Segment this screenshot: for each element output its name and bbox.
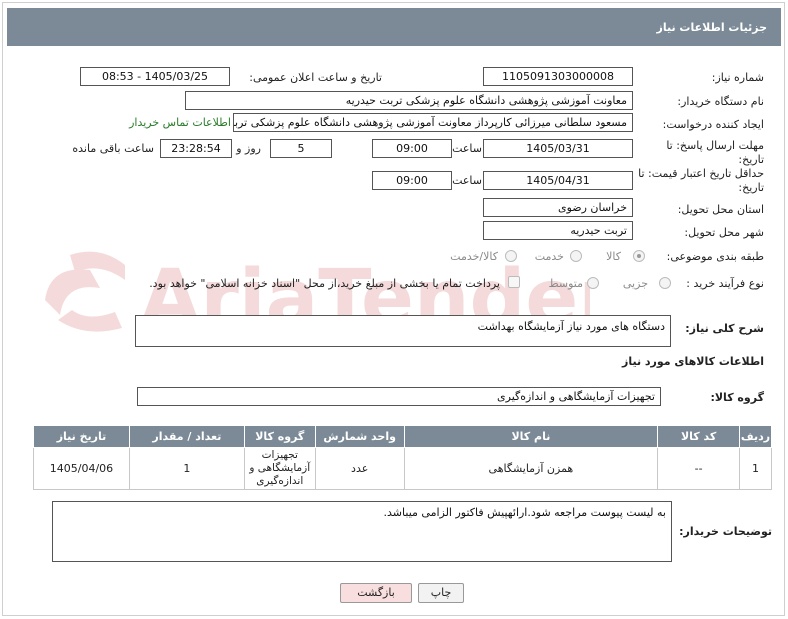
category-service-label: خدمت xyxy=(534,250,564,263)
deadline-time-label: ساعت xyxy=(452,142,482,155)
price-validity-time-field: 09:00 xyxy=(372,171,452,190)
need-number-label: شماره نیاز: xyxy=(711,71,764,84)
col-code: کد کالا xyxy=(657,425,741,448)
category-goods-service-label: کالا/خدمت xyxy=(450,250,498,263)
process-medium-label: متوسط xyxy=(548,277,583,290)
goods-table: ردیف کد کالا نام کالا واحد شمارش گروه کا… xyxy=(33,425,772,490)
treasury-payment-checkbox[interactable] xyxy=(508,276,520,288)
col-quantity: تعداد / مقدار xyxy=(128,425,245,448)
city-label: شهر محل تحویل: xyxy=(684,226,764,239)
col-row: ردیف xyxy=(739,425,772,448)
category-goods-label: کالا xyxy=(606,250,621,263)
creator-field: مسعود سلطانی میرزائی کارپرداز معاونت آمو… xyxy=(233,113,633,132)
announce-date-label: تاریخ و ساعت اعلان عمومی: xyxy=(249,71,382,84)
deadline-label: مهلت ارسال پاسخ: تا تاریخ: xyxy=(666,139,764,166)
days-remaining-field: 5 xyxy=(270,139,332,158)
cell-name: همزن آزمایشگاهی xyxy=(403,447,659,490)
process-type-label: نوع فرآیند خرید : xyxy=(686,277,764,290)
announce-date-field: 1405/03/25 - 08:53 xyxy=(80,67,230,86)
process-radio-minor[interactable] xyxy=(659,277,671,289)
goods-group-field: تجهیزات آزمایشگاهی و اندازه‌گیری xyxy=(137,387,661,406)
deadline-time-field: 09:00 xyxy=(372,139,452,158)
days-label: روز و xyxy=(236,142,261,155)
process-minor-label: جزیی xyxy=(622,277,648,290)
buyer-notes-label: توضیحات خریدار: xyxy=(679,525,772,538)
time-remaining-field: 23:28:54 xyxy=(160,139,232,158)
cell-row: 1 xyxy=(739,447,772,490)
description-field[interactable]: دستگاه های مورد نیاز آزمایشگاه بهداشت xyxy=(135,315,671,347)
price-validity-time-label: ساعت xyxy=(452,174,482,187)
province-label: استان محل تحویل: xyxy=(677,203,764,216)
col-name: نام کالا xyxy=(403,425,659,448)
treasury-payment-note: پرداخت تمام یا بخشی از مبلغ خرید،از محل … xyxy=(149,277,500,290)
goods-group-label: گروه کالا: xyxy=(710,391,764,404)
category-radio-goods[interactable] xyxy=(633,250,645,262)
price-validity-date-field: 1405/04/31 xyxy=(483,171,633,190)
back-button[interactable]: بازگشت xyxy=(340,583,412,603)
print-button[interactable]: چاپ xyxy=(418,583,464,603)
time-remaining-label: ساعت باقی مانده xyxy=(72,142,154,155)
need-number-field: 1105091303000008 xyxy=(483,67,633,86)
col-need-date: تاریخ نیاز xyxy=(33,425,130,448)
description-label: شرح کلی نیاز: xyxy=(685,322,764,335)
category-label: طبقه بندی موضوعی: xyxy=(666,250,764,263)
col-group: گروه کالا xyxy=(243,425,316,448)
table-row: 1 -- همزن آزمایشگاهی عدد تجهیزات آزمایشگ… xyxy=(33,447,772,490)
deadline-date-field: 1405/03/31 xyxy=(483,139,633,158)
goods-section-title: اطلاعات کالاهای مورد نیاز xyxy=(622,355,764,368)
city-field: تربت حیدریه xyxy=(483,221,633,240)
goods-table-header: ردیف کد کالا نام کالا واحد شمارش گروه کا… xyxy=(33,425,772,448)
col-unit: واحد شمارش xyxy=(314,425,405,448)
province-field: خراسان رضوی xyxy=(483,198,633,217)
cell-need-date: 1405/04/06 xyxy=(33,447,130,490)
cell-quantity: 1 xyxy=(128,447,245,490)
category-radio-goods-service[interactable] xyxy=(505,250,517,262)
creator-label: ایجاد کننده درخواست: xyxy=(662,118,764,131)
process-radio-medium[interactable] xyxy=(587,277,599,289)
buyer-notes-field[interactable]: به لیست پیوست مراجعه شود.ارائهپیش فاکتور… xyxy=(52,501,672,562)
buyer-org-label: نام دستگاه خریدار: xyxy=(677,95,764,108)
cell-group: تجهیزات آزمایشگاهی و اندازه‌گیری xyxy=(243,447,316,490)
page-title: جزئیات اطلاعات نیاز xyxy=(7,8,781,46)
price-validity-label: حداقل تاریخ اعتبار قیمت: تا تاریخ: xyxy=(638,167,764,194)
cell-unit: عدد xyxy=(314,447,405,490)
cell-code: -- xyxy=(657,447,741,490)
category-radio-service[interactable] xyxy=(570,250,582,262)
buyer-contact-link[interactable]: اطلاعات تماس خریدار xyxy=(129,116,231,129)
buyer-org-field: معاونت آموزشی پژوهشی دانشگاه علوم پزشکی … xyxy=(185,91,633,110)
